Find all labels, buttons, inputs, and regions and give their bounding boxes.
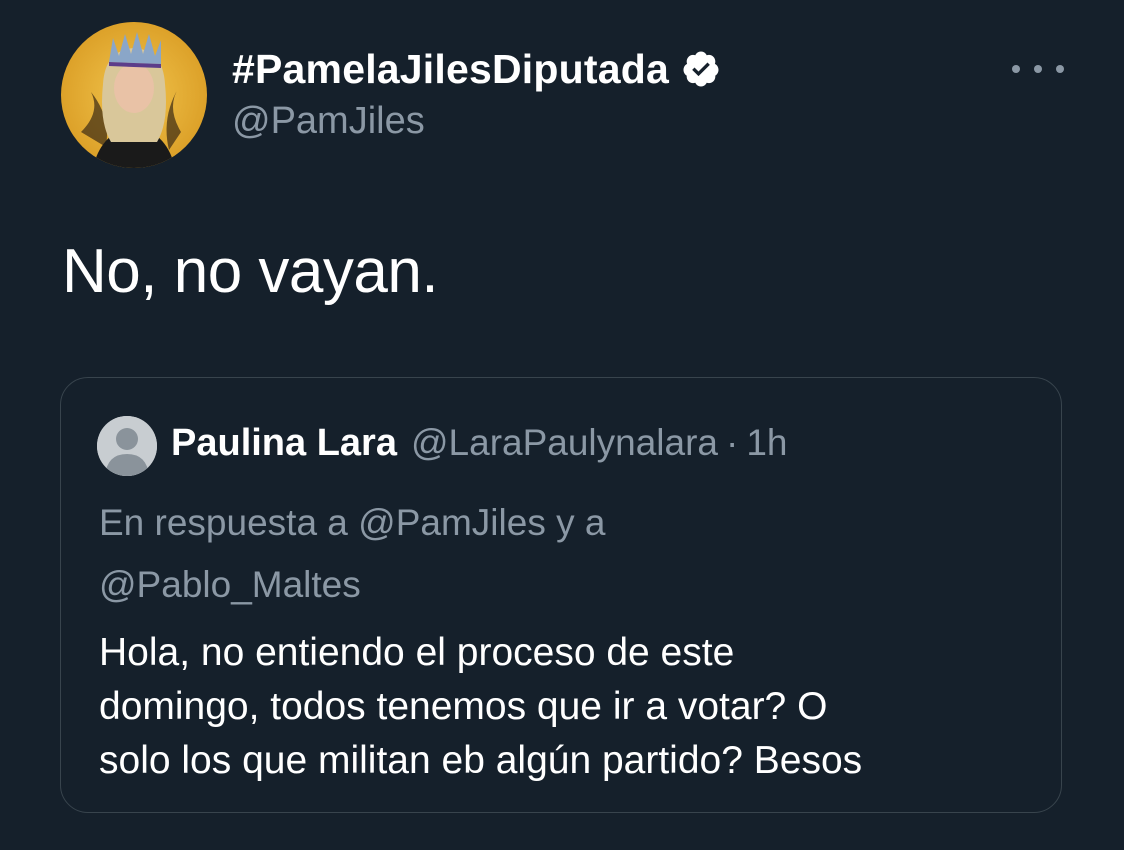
more-options-icon[interactable] (1012, 54, 1064, 84)
author-name-row: #PamelaJilesDiputada (232, 42, 721, 96)
quoted-tweet-text: Hola, no entiendo el proceso de este dom… (99, 626, 1039, 788)
more-dot (1056, 65, 1064, 73)
tweet-text: No, no vayan. (62, 237, 439, 306)
quoted-tweet[interactable]: Paulina Lara @LaraPaulynalara · 1h En re… (60, 377, 1062, 813)
quoted-header: Paulina Lara @LaraPaulynalara · 1h (171, 422, 788, 465)
quoted-text-line: Hola, no entiendo el proceso de este (99, 631, 735, 674)
verified-badge-icon (681, 49, 721, 89)
reply-context-line: En respuesta a @PamJiles y a (99, 502, 606, 543)
reply-context: En respuesta a @PamJiles y a @Pablo_Malt… (99, 492, 605, 616)
author-avatar[interactable] (61, 22, 207, 168)
more-dot (1034, 65, 1042, 73)
reply-context-line: @Pablo_Maltes (99, 564, 361, 605)
author-display-name[interactable]: #PamelaJilesDiputada (232, 46, 669, 93)
quoted-text-line: domingo, todos tenemos que ir a votar? O (99, 685, 828, 728)
author-handle[interactable]: @PamJiles (232, 100, 425, 143)
tweet-card: #PamelaJilesDiputada @PamJiles No, no va… (0, 0, 1124, 850)
quoted-author-avatar[interactable] (97, 416, 157, 476)
quoted-separator: · (726, 422, 739, 463)
quoted-author-name[interactable]: Paulina Lara (171, 422, 397, 465)
quoted-text-line: solo los que militan eb algún partido? B… (99, 739, 863, 782)
quoted-author-handle[interactable]: @LaraPaulynalara (411, 422, 718, 464)
quoted-timestamp[interactable]: 1h (746, 422, 787, 464)
more-dot (1012, 65, 1020, 73)
